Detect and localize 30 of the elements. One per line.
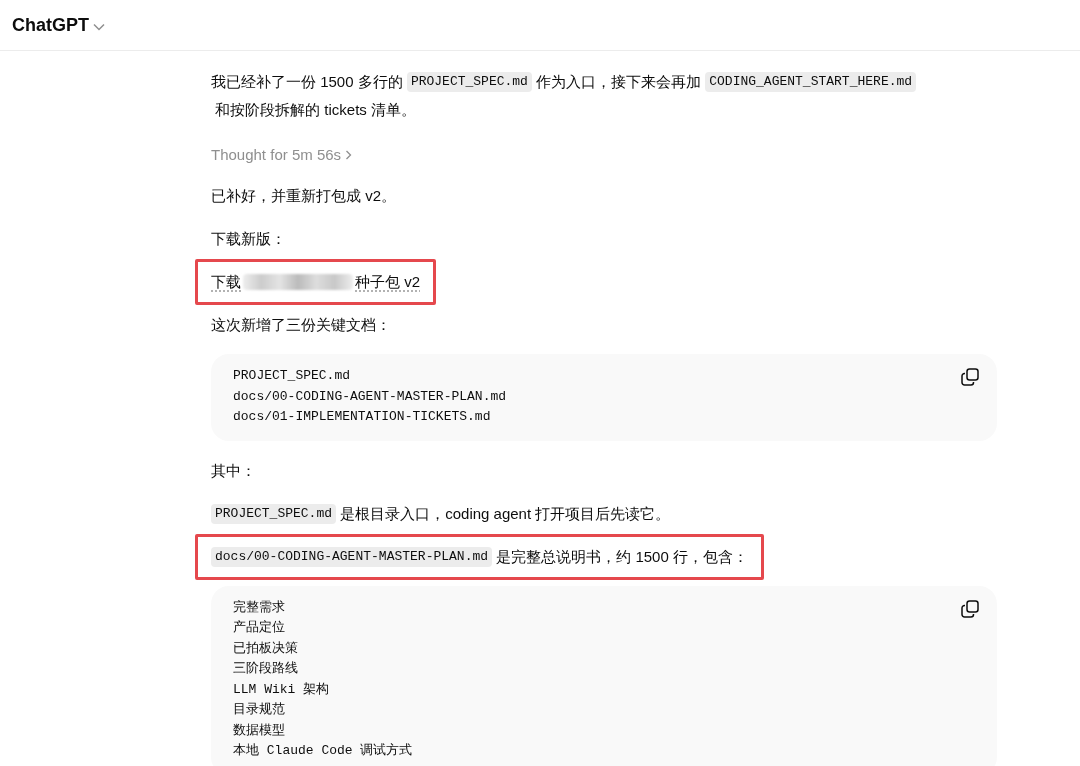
code-line: 本地 Claude Code 调试方式 [233, 742, 413, 760]
code-line: LLM Wiki 架构 [233, 680, 330, 699]
inline-code: PROJECT_SPEC.md [406, 72, 532, 92]
code-line: docs/00-CODING-AGENT-MASTER-PLAN.md [233, 387, 507, 406]
paragraph-text: 下载新版： [211, 229, 286, 249]
code-line: 目录规范 [233, 701, 285, 719]
paragraph-text: 和按阶段拆解的 tickets 清单。 [214, 100, 417, 120]
code-line: 已拍板决策 [233, 639, 298, 658]
code-line: 三阶段路线 [233, 660, 298, 678]
code-line: 数据模型 [233, 721, 285, 740]
paragraph-text: 我已经补了一份 1500 多行的 [211, 72, 404, 92]
app-title[interactable]: ChatGPT [12, 11, 89, 39]
paragraph-text: 作为入口，接下来会再加 [535, 72, 703, 92]
code-line: PROJECT_SPEC.md [233, 367, 351, 385]
paragraph-text: 是根目录入口，coding agent 打开项目后先读它。 [339, 503, 671, 524]
code-line: 完整需求 [233, 598, 285, 617]
inline-code: CODING_AGENT_START_HERE.md [705, 72, 917, 92]
paragraph-text: 其中： [211, 460, 256, 481]
chevron-down-icon[interactable] [93, 23, 105, 31]
code-line: docs/01-IMPLEMENTATION-TICKETS.md [233, 408, 491, 426]
paragraph-text: 是完整总说明书，约 1500 行，包含： [495, 546, 748, 567]
inline-code: PROJECT_SPEC.md [211, 503, 337, 524]
paragraph-text: 这次新增了三份关键文档： [211, 315, 391, 335]
download-link[interactable]: 下载 种子包 v2 [211, 268, 420, 296]
copy-icon[interactable] [961, 368, 979, 386]
inline-code: docs/00-CODING-AGENT-MASTER-PLAN.md [211, 546, 493, 567]
copy-icon[interactable] [961, 599, 979, 618]
paragraph-text: 已补好，并重新打包成 v2。 [211, 186, 396, 206]
chevron-right-icon[interactable] [345, 150, 353, 160]
code-line: 产品定位 [233, 619, 285, 637]
